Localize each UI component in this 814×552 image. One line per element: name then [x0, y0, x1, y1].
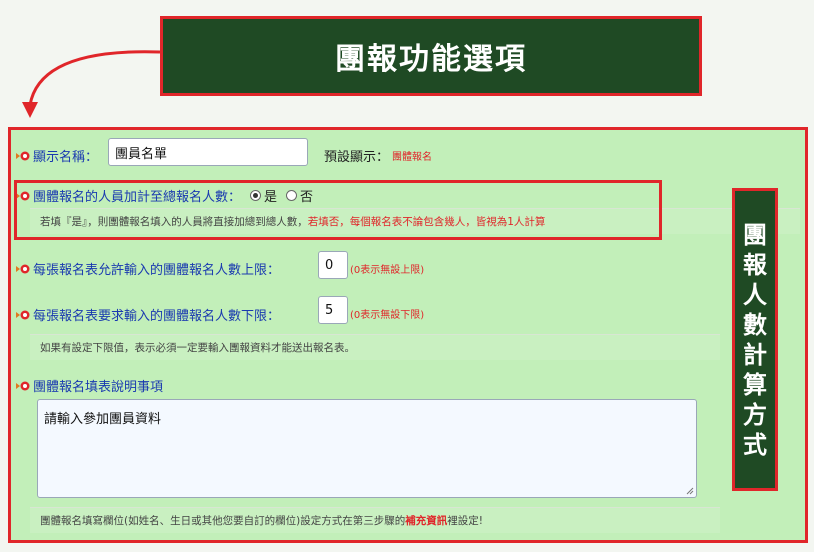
- bullet-icon: [16, 151, 30, 160]
- min-count-label: 每張報名表要求輸入的團體報名人數下限：: [33, 309, 281, 324]
- instructions-value: 請輸入參加團員資料: [44, 412, 162, 427]
- section-title-box: 團報功能選項: [160, 16, 702, 96]
- side-label-box: 團 報 人 數 計 算 方 式: [732, 188, 778, 491]
- instructions-footer-a: 團體報名填寫欄位(如姓名、生日或其他您要自訂的欄位)設定方式在第三步驟的: [40, 515, 406, 527]
- instructions-label: 團體報名填表說明事項: [33, 380, 164, 395]
- bullet-icon: [16, 381, 30, 390]
- bullet-icon: [16, 310, 30, 319]
- side-char: 報: [743, 250, 767, 279]
- curved-arrow-line: [28, 50, 161, 106]
- side-char: 算: [743, 370, 767, 399]
- section-title: 團報功能選項: [335, 42, 527, 77]
- max-count-row: 每張報名表允許輸入的團體報名人數上限：: [16, 259, 280, 278]
- side-char: 方: [743, 400, 767, 429]
- supplementary-info-link[interactable]: 補充資訊: [405, 513, 447, 528]
- highlight-box: [14, 180, 662, 240]
- max-count-note: (0表示無設上限): [350, 265, 425, 276]
- display-name-row: 顯示名稱：: [16, 146, 98, 165]
- side-char: 式: [743, 430, 767, 459]
- curved-arrow-head: [22, 102, 38, 118]
- display-name-label: 顯示名稱：: [33, 150, 99, 165]
- min-count-note: (0表示無設下限): [350, 310, 425, 321]
- side-char: 計: [743, 340, 767, 369]
- max-count-label: 每張報名表允許輸入的團體報名人數上限：: [33, 263, 281, 278]
- instructions-footer-b: 裡設定!: [447, 515, 483, 527]
- side-char: 數: [743, 310, 767, 339]
- min-count-hint: 如果有設定下限值，表示必須一定要輸入團報資料才能送出報名表。: [30, 334, 720, 360]
- min-count-input[interactable]: 5: [318, 296, 348, 324]
- min-count-row: 每張報名表要求輸入的團體報名人數下限：: [16, 305, 280, 324]
- max-count-input[interactable]: 0: [318, 251, 348, 279]
- side-char: 團: [743, 220, 767, 249]
- resize-grip-icon[interactable]: [686, 487, 694, 495]
- instructions-footer: 團體報名填寫欄位(如姓名、生日或其他您要自訂的欄位)設定方式在第三步驟的 補充資…: [30, 507, 720, 533]
- instructions-textarea[interactable]: 請輸入參加團員資料: [37, 399, 697, 498]
- side-char: 人: [743, 280, 767, 309]
- default-display-row: 預設顯示： 團體報名: [324, 146, 432, 165]
- bullet-icon: [16, 264, 30, 273]
- default-display-value: 團體報名: [392, 152, 433, 163]
- default-display-label: 預設顯示：: [324, 150, 390, 165]
- instructions-row: 團體報名填表說明事項: [16, 376, 163, 395]
- display-name-input[interactable]: 團員名單: [108, 138, 308, 166]
